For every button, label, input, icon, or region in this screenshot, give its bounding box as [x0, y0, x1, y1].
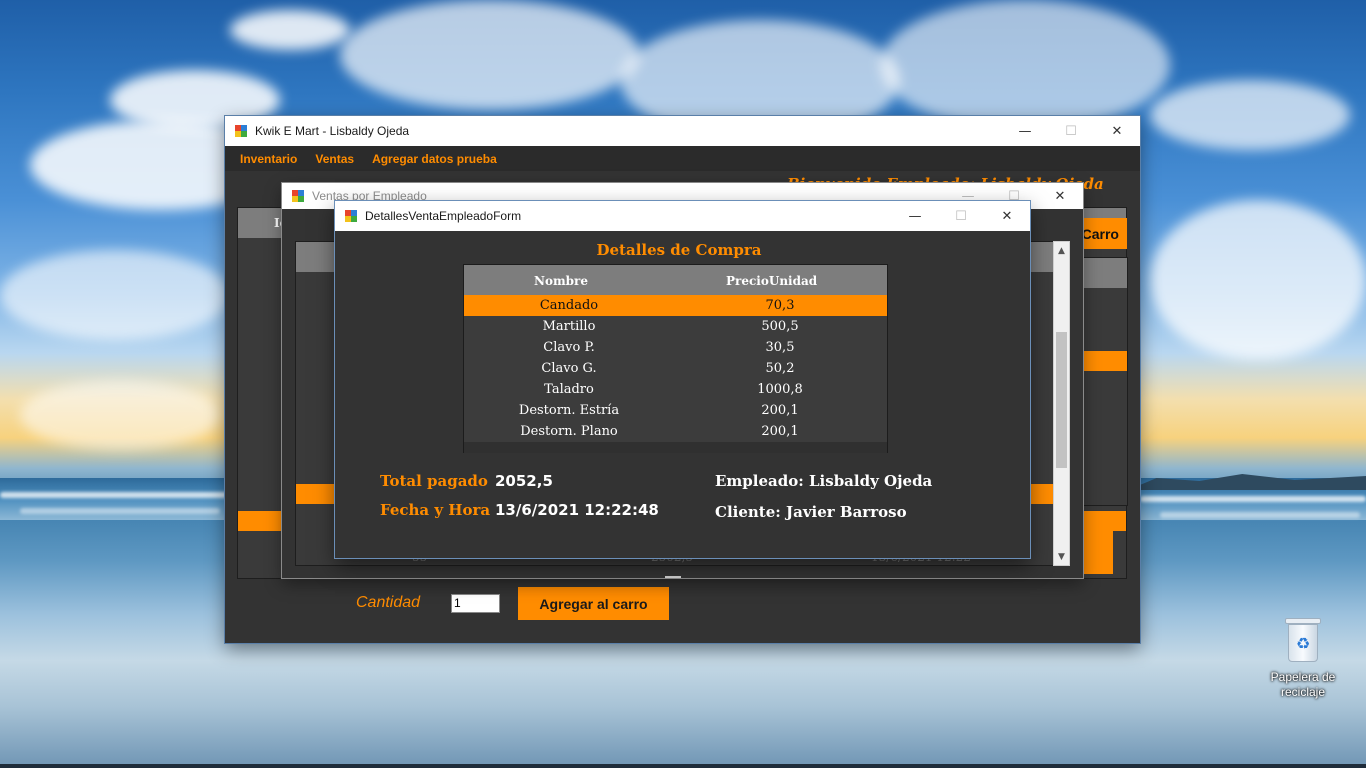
detalles-grid-header: Nombre PrecioUnidad: [464, 265, 887, 295]
cell-nombre: Clavo G.: [541, 361, 597, 376]
ventas-scrollbar[interactable]: ▲ ▼: [1053, 241, 1070, 566]
close-button[interactable]: ✕: [984, 201, 1030, 231]
detalles-grid[interactable]: Nombre PrecioUnidad Candado 70,3 Martill…: [463, 264, 888, 453]
cell-nombre: Clavo P.: [543, 340, 595, 355]
close-button[interactable]: ✕: [1037, 183, 1083, 209]
column-header-precio[interactable]: PrecioUnidad: [726, 274, 817, 288]
cell-precio: 200,1: [761, 424, 799, 439]
fecha-value: 13/6/2021 12:22:48: [495, 501, 659, 519]
resize-grip[interactable]: [665, 576, 681, 578]
cart-grid[interactable]: [1080, 257, 1128, 506]
menu-inventario[interactable]: Inventario: [231, 152, 306, 166]
cell-precio: 500,5: [761, 319, 799, 334]
recycle-bin-icon: ♻: [1284, 618, 1322, 662]
cart-selected-row[interactable]: [1081, 351, 1127, 371]
detalles-titlebar[interactable]: DetallesVentaEmpleadoForm — ☐ ✕: [335, 201, 1030, 231]
cell-precio: 30,5: [765, 340, 795, 355]
scroll-thumb[interactable]: [1056, 332, 1067, 468]
app-icon: [292, 190, 304, 202]
detalles-window: DetallesVentaEmpleadoForm — ☐ ✕ Detalles…: [335, 201, 1030, 558]
cell-nombre: Candado: [539, 298, 599, 313]
menu-ventas[interactable]: Ventas: [306, 152, 363, 166]
table-row[interactable]: Martillo 500,5: [464, 316, 887, 337]
app-icon: [345, 210, 357, 222]
cliente-text: Cliente: Javier Barroso: [715, 503, 907, 521]
menubar: Inventario Ventas Agregar datos prueba: [225, 146, 1140, 171]
cell-precio: 70,3: [765, 298, 795, 313]
cell-precio: 200,1: [761, 403, 799, 418]
cell-nombre: Destorn. Plano: [520, 424, 618, 439]
app-icon: [235, 125, 247, 137]
cell-precio: 1000,8: [757, 382, 803, 397]
cart-grid-header: [1081, 258, 1127, 288]
menu-agregar-datos-prueba[interactable]: Agregar datos prueba: [363, 152, 506, 166]
comprar-button[interactable]: [1082, 530, 1113, 574]
recycle-bin[interactable]: ♻ Papelera de reciclaje: [1268, 618, 1338, 700]
table-row[interactable]: Candado 70,3: [464, 295, 887, 316]
main-window-title: Kwik E Mart - Lisbaldy Ojeda: [255, 124, 410, 138]
maximize-button[interactable]: ☐: [1048, 116, 1094, 146]
fecha-label: Fecha y Hora: [380, 501, 491, 519]
detalles-window-title: DetallesVentaEmpleadoForm: [365, 209, 522, 223]
maximize-button[interactable]: ☐: [938, 201, 984, 231]
main-titlebar[interactable]: Kwik E Mart - Lisbaldy Ojeda — ☐ ✕: [225, 116, 1140, 146]
table-row[interactable]: Destorn. Estría 200,1: [464, 400, 887, 421]
cantidad-label: Cantidad: [356, 594, 421, 611]
total-value: 2052,5: [495, 472, 553, 490]
minimize-button[interactable]: —: [1002, 116, 1048, 146]
recycle-bin-label: Papelera de reciclaje: [1270, 670, 1336, 699]
cell-nombre: Taladro: [544, 382, 594, 397]
taskbar-edge: [0, 764, 1366, 768]
scroll-up-icon[interactable]: ▲: [1054, 242, 1069, 259]
table-row[interactable]: Destorn. Plano 200,1: [464, 421, 887, 442]
scroll-down-icon[interactable]: ▼: [1054, 548, 1069, 565]
cell-nombre: Destorn. Estría: [518, 403, 620, 418]
empleado-text: Empleado: Lisbaldy Ojeda: [715, 472, 933, 490]
cantidad-input[interactable]: 1: [451, 594, 500, 613]
minimize-button[interactable]: —: [892, 201, 938, 231]
table-row[interactable]: Clavo G. 50,2: [464, 358, 887, 379]
total-label: Total pagado: [380, 472, 488, 490]
close-button[interactable]: ✕: [1094, 116, 1140, 146]
cell-nombre: Martillo: [542, 319, 596, 334]
column-header-nombre[interactable]: Nombre: [534, 274, 588, 288]
cell-precio: 50,2: [765, 361, 795, 376]
table-row[interactable]: Taladro 1000,8: [464, 379, 887, 400]
agregar-al-carro-button[interactable]: Agregar al carro: [518, 587, 669, 620]
detalles-heading: Detalles de Compra: [596, 241, 762, 259]
table-row[interactable]: Clavo P. 30,5: [464, 337, 887, 358]
grid-empty-area: [464, 442, 887, 453]
